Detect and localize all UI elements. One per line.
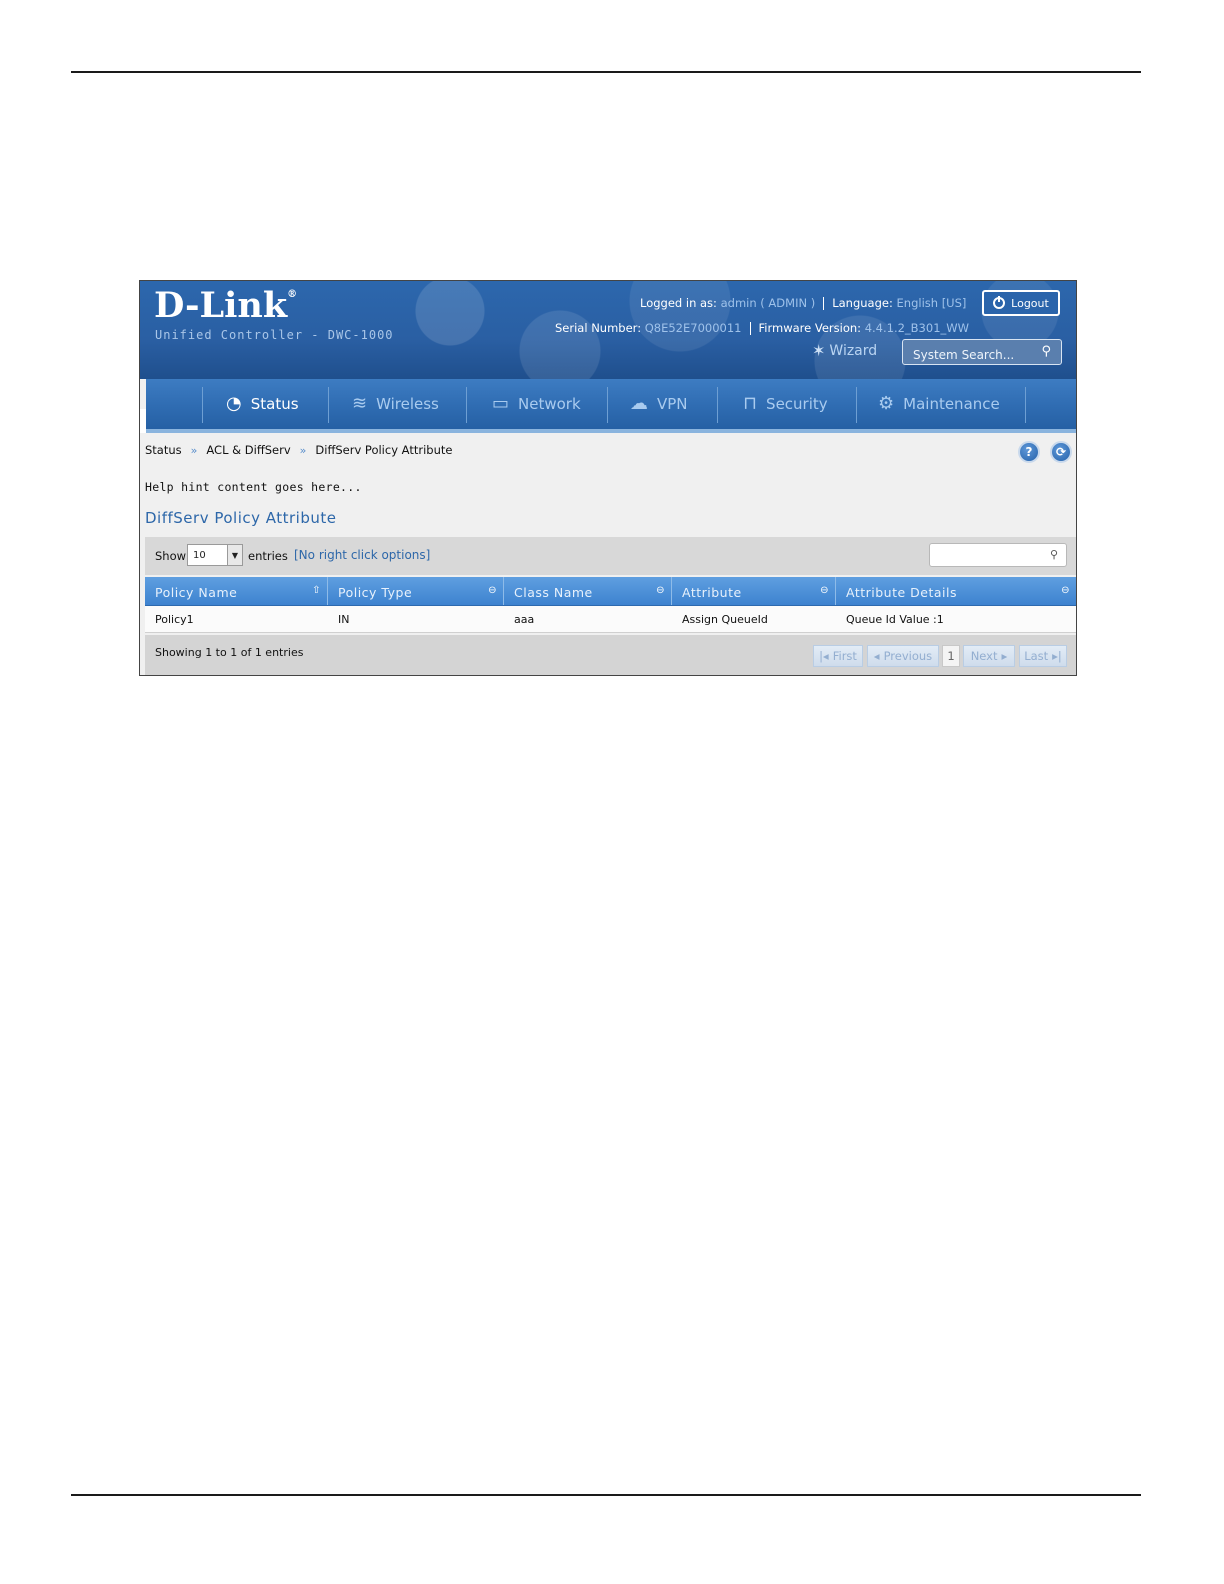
entries-label: entries (248, 549, 288, 563)
first-icon: |◂ (819, 649, 829, 663)
breadcrumb-acl-diffserv[interactable]: ACL & DiffServ (206, 443, 290, 457)
sort-icon: ⊖ (488, 585, 497, 596)
right-click-options: [No right click options] (294, 548, 431, 562)
column-policy-type[interactable]: Policy Type ⊖ (328, 577, 504, 605)
power-icon (993, 296, 1006, 309)
last-icon: ▸| (1052, 649, 1062, 663)
column-attribute-details[interactable]: Attribute Details ⊖ (836, 577, 1076, 605)
column-attribute[interactable]: Attribute ⊖ (672, 577, 836, 605)
lock-icon: ⊓ (743, 393, 758, 414)
search-icon: ⚲ (1049, 548, 1058, 561)
sort-icon: ⊖ (656, 585, 665, 596)
cloud-lock-icon: ☁ (630, 393, 648, 414)
table-row[interactable]: Policy1 IN aaa Assign QueueId Queue Id V… (145, 606, 1076, 633)
page-top-rule (71, 71, 1141, 73)
login-info: Logged in as: admin ( ADMIN ) Language: E… (640, 296, 966, 310)
cell-class-name: aaa (514, 613, 535, 626)
help-button[interactable]: ? (1018, 441, 1040, 463)
nav-vpn[interactable]: ☁ VPN (630, 379, 688, 429)
serial-label: Serial Number: (555, 321, 642, 335)
sort-asc-icon: ⇧ (312, 585, 321, 596)
device-info: Serial Number: Q8E52E7000011 Firmware Ver… (555, 321, 969, 335)
show-label: Show (155, 549, 187, 563)
firmware-value: 4.4.1.2_B301_WW (864, 321, 970, 335)
first-page-button[interactable]: |◂ First (813, 645, 863, 667)
section-title: DiffServ Policy Attribute (145, 509, 337, 527)
gauge-icon: ◔ (226, 393, 242, 414)
language-label: Language: (832, 296, 893, 310)
dlink-logo: D-Link® (154, 285, 298, 326)
showing-summary: Showing 1 to 1 of 1 entries (155, 646, 304, 659)
firmware-label: Firmware Version: (758, 321, 862, 335)
logout-button[interactable]: Logout (982, 290, 1060, 316)
breadcrumb-status[interactable]: Status (145, 443, 182, 457)
nav-maintenance[interactable]: ⚙ Maintenance (878, 379, 1000, 429)
language-select[interactable]: English [US] (897, 296, 967, 310)
app-header: D-Link® Unified Controller - DWC-1000 Lo… (140, 281, 1076, 379)
wifi-icon: ≋ (352, 393, 368, 414)
refresh-icon: ⟳ (1055, 445, 1067, 459)
logged-in-label: Logged in as: (640, 296, 717, 310)
gears-icon: ⚙ (878, 393, 895, 414)
table-header: Policy Name ⇧ Policy Type ⊖ Class Name ⊖ At… (145, 577, 1076, 606)
table-controls: Show 10 ▼ entries [No right click option… (145, 537, 1076, 575)
help-hint: Help hint content goes here... (145, 480, 362, 494)
nav-status[interactable]: ◔ Status (226, 379, 299, 429)
next-page-button[interactable]: Next ▸ (963, 645, 1015, 667)
search-icon[interactable]: ⚲ (1041, 344, 1051, 359)
cell-policy-type: IN (338, 613, 350, 626)
table-footer: Showing 1 to 1 of 1 entries |◂ First ◂ Pre… (145, 635, 1076, 675)
page-number-button[interactable]: 1 (942, 645, 960, 667)
sort-icon: ⊖ (820, 585, 829, 596)
previous-page-button[interactable]: ◂ Previous (867, 645, 939, 667)
system-search-input[interactable]: System Search... ⚲ (902, 339, 1062, 365)
cell-attribute: Assign QueueId (682, 613, 768, 626)
magic-wand-icon: ✶ (812, 341, 826, 360)
main-nav: ◔ Status ≋ Wireless ▭ Network ☁ VPN ⊓ Se… (146, 379, 1076, 433)
logged-in-user: admin ( ADMIN ) (720, 296, 816, 310)
last-page-button[interactable]: Last ▸| (1019, 645, 1067, 667)
product-subtitle: Unified Controller - DWC-1000 (155, 328, 394, 342)
nav-security[interactable]: ⊓ Security (743, 379, 828, 429)
column-class-name[interactable]: Class Name ⊖ (504, 577, 672, 605)
previous-icon: ◂ (873, 649, 880, 663)
app-window: D-Link® Unified Controller - DWC-1000 Lo… (139, 280, 1077, 676)
column-policy-name[interactable]: Policy Name ⇧ (145, 577, 328, 605)
serial-value: Q8E52E7000011 (644, 321, 742, 335)
breadcrumb-current: DiffServ Policy Attribute (315, 443, 453, 457)
sort-icon: ⊖ (1061, 585, 1070, 596)
cell-policy-name: Policy1 (155, 613, 194, 626)
page-bottom-rule (71, 1494, 1141, 1496)
cell-attribute-details: Queue Id Value :1 (846, 613, 944, 626)
entries-per-page-select[interactable]: 10 ▼ (187, 544, 243, 566)
breadcrumb: Status» ACL & DiffServ» DiffServ Policy At… (145, 443, 453, 457)
computer-icon: ▭ (492, 393, 510, 414)
refresh-button[interactable]: ⟳ (1050, 441, 1072, 463)
next-icon: ▸ (1001, 649, 1008, 663)
nav-wireless[interactable]: ≋ Wireless (352, 379, 439, 429)
chevron-down-icon[interactable]: ▼ (227, 545, 242, 565)
nav-network[interactable]: ▭ Network (492, 379, 581, 429)
table-search-input[interactable]: ⚲ (929, 543, 1067, 567)
wizard-link[interactable]: ✶ Wizard (812, 341, 877, 360)
